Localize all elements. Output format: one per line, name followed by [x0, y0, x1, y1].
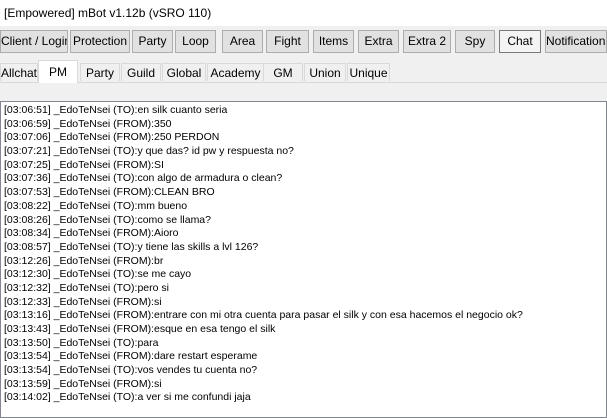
extra-2-button[interactable]: Extra 2	[403, 30, 451, 53]
party-button[interactable]: Party	[132, 30, 173, 53]
chat-line: [03:12:30] _EdoTeNsei (TO):se me cayo	[4, 268, 192, 281]
tab-gm[interactable]: GM	[263, 63, 303, 81]
tab-union[interactable]: Union	[304, 63, 346, 81]
chat-line: [03:13:54] _EdoTeNsei (TO):vos vendes tu…	[4, 364, 258, 377]
area-button[interactable]: Area	[222, 30, 263, 53]
tab-unique[interactable]: Unique	[347, 63, 390, 81]
chat-line: [03:07:06] _EdoTeNsei (FROM):250 PERDON	[4, 131, 220, 144]
chat-line: [03:07:36] _EdoTeNsei (TO):con algo de a…	[4, 172, 283, 185]
chat-button[interactable]: Chat	[499, 30, 541, 53]
items-button[interactable]: Items	[313, 30, 354, 53]
chat-line: [03:13:16] _EdoTeNsei (FROM):entrare con…	[4, 309, 523, 322]
chat-line: [03:07:25] _EdoTeNsei (FROM):SI	[4, 158, 164, 171]
tab-allchat[interactable]: Allchat	[0, 63, 38, 81]
chat-line: [03:12:26] _EdoTeNsei (FROM):br	[4, 254, 164, 267]
tab-academy[interactable]: Academy	[207, 63, 264, 81]
client-login-button[interactable]: Client / Login	[0, 30, 68, 53]
extra-button[interactable]: Extra	[358, 30, 399, 53]
window-title-bar: [Empowered] mBot v1.12b (vSRO 110)	[0, 0, 607, 26]
chat-line: [03:13:59] _EdoTeNsei (FROM):si	[4, 377, 162, 390]
chat-line: [03:08:34] _EdoTeNsei (FROM):Aioro	[4, 227, 179, 240]
chat-line: [03:12:33] _EdoTeNsei (FROM):si	[4, 295, 162, 308]
loop-button[interactable]: Loop	[175, 30, 216, 53]
chat-line: [03:07:53] _EdoTeNsei (FROM):CLEAN BRO	[4, 186, 215, 199]
tab-party[interactable]: Party	[80, 63, 120, 81]
tab-global[interactable]: Global	[162, 63, 206, 81]
tab-pm[interactable]: PM	[38, 60, 78, 83]
chat-line: [03:08:57] _EdoTeNsei (TO):y tiene las s…	[4, 240, 259, 253]
notifications-button[interactable]: Notifications	[545, 30, 607, 53]
protection-button[interactable]: Protection	[70, 30, 130, 53]
main-toolbar: Client / Login Protection Party Loop Are…	[0, 30, 607, 54]
chat-line: [03:13:54] _EdoTeNsei (FROM):dare restar…	[4, 350, 258, 363]
fight-button[interactable]: Fight	[266, 30, 309, 53]
chat-line: [03:06:51] _EdoTeNsei (TO):en silk cuant…	[4, 104, 228, 116]
chat-line: [03:13:50] _EdoTeNsei (TO):para	[4, 336, 159, 349]
tab-guild[interactable]: Guild	[121, 63, 161, 81]
chat-line: [03:08:26] _EdoTeNsei (TO):como se llama…	[4, 213, 211, 226]
chat-line: [03:07:21] _EdoTeNsei (TO):y que das? id…	[4, 145, 294, 158]
chat-line: [03:06:59] _EdoTeNsei (FROM):350	[4, 117, 172, 130]
chat-line: [03:08:22] _EdoTeNsei (TO):mm bueno	[4, 199, 188, 212]
spy-button[interactable]: Spy	[455, 30, 495, 53]
chat-line: [03:12:32] _EdoTeNsei (TO):pero si	[4, 281, 169, 294]
chat-line: [03:13:43] _EdoTeNsei (FROM):esque en es…	[4, 323, 276, 335]
chat-line: [03:14:02] _EdoTeNsei (TO):a ver si me c…	[4, 391, 251, 404]
window-title: [Empowered] mBot v1.12b (vSRO 110)	[4, 6, 212, 20]
chat-tab-strip: Allchat PM Party Guild Global Academy GM…	[0, 59, 607, 83]
pm-chat-log[interactable]: [03:06:51] _EdoTeNsei (TO):en silk cuant…	[0, 101, 607, 418]
